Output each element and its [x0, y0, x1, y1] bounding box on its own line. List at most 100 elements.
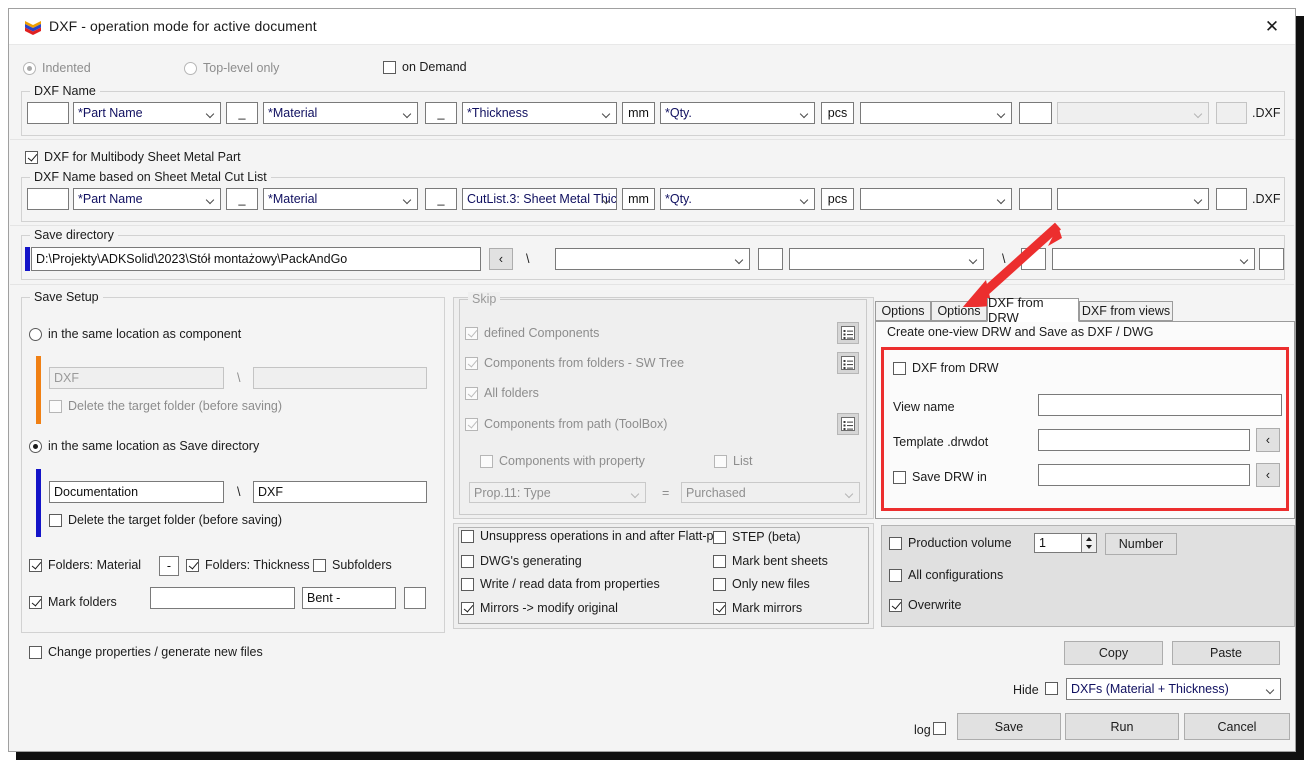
checkbox-overwrite[interactable]: Overwrite: [889, 598, 961, 612]
dxf-name-sep2-input[interactable]: _: [425, 102, 457, 124]
skip-components-folders-list-icon[interactable]: [837, 352, 859, 374]
save-directory-combo3[interactable]: [1052, 248, 1255, 270]
multibody-prefix-input[interactable]: [27, 188, 69, 210]
checkbox-mirrors-modify-original[interactable]: Mirrors -> modify original: [461, 601, 618, 615]
skip-value-combo[interactable]: Purchased: [681, 482, 860, 503]
save-drw-in-browse-button[interactable]: ‹: [1256, 463, 1280, 487]
save-directory-path-input[interactable]: D:\Projekty\ADKSolid\2023\Stół montażowy…: [31, 247, 481, 271]
save-directory-small3[interactable]: [1259, 248, 1284, 270]
cancel-button[interactable]: Cancel: [1184, 713, 1290, 740]
mark-folders-field2[interactable]: Bent -: [302, 587, 396, 609]
template-drwdot-browse-button[interactable]: ‹: [1256, 428, 1280, 452]
view-name-input[interactable]: [1038, 394, 1282, 416]
savedir-subfolder-input[interactable]: DXF: [253, 481, 427, 503]
multibody-part-name-combo[interactable]: *Part Name: [73, 188, 221, 210]
dxf-name-material-combo[interactable]: *Material: [263, 102, 418, 124]
checkbox-skip-components-from-path[interactable]: Components from path (ToolBox): [465, 417, 667, 431]
checkbox-folders-material[interactable]: Folders: Material: [29, 558, 141, 572]
tab-dxf-from-views[interactable]: DXF from views: [1079, 301, 1173, 321]
save-directory-browse-button[interactable]: ‹: [489, 248, 513, 270]
copy-button[interactable]: Copy: [1064, 641, 1163, 665]
checkbox-change-properties[interactable]: Change properties / generate new files: [29, 645, 263, 659]
dxf-name-qty-combo[interactable]: *Qty.: [660, 102, 815, 124]
save-directory-small2[interactable]: [1021, 248, 1046, 270]
radio-same-location-as-save-directory[interactable]: in the same location as Save directory: [29, 439, 259, 453]
checkbox-skip-list[interactable]: List: [714, 454, 752, 468]
multibody-sep1-input[interactable]: _: [226, 188, 258, 210]
tab-options-1[interactable]: Options: [875, 301, 931, 321]
checkbox-folders-thickness[interactable]: Folders: Thickness: [186, 558, 310, 572]
multibody-extra4-input[interactable]: [1216, 188, 1247, 210]
number-button[interactable]: Number: [1105, 533, 1177, 555]
skip-components-path-list-icon[interactable]: [837, 413, 859, 435]
checkbox-dwg-generating[interactable]: DWG's generating: [461, 554, 582, 568]
mark-folders-field3[interactable]: [404, 587, 426, 609]
savedir-folder-input[interactable]: Documentation: [49, 481, 224, 503]
multibody-extra1-combo[interactable]: [860, 188, 1012, 210]
checkbox-log[interactable]: [933, 722, 946, 735]
checkbox-skip-defined-components[interactable]: defined Components: [465, 326, 599, 340]
checkbox-save-drw-in[interactable]: Save DRW in: [893, 470, 987, 484]
multibody-thickness-combo[interactable]: CutList.3: Sheet Metal Thick: [462, 188, 617, 210]
tab-options-2[interactable]: Options: [931, 301, 987, 321]
save-button[interactable]: Save: [957, 713, 1061, 740]
dxf-name-extra2-input[interactable]: [1019, 102, 1052, 124]
component-folder-input[interactable]: DXF: [49, 367, 224, 389]
checkbox-subfolders[interactable]: Subfolders: [313, 558, 392, 572]
checkbox-production-volume[interactable]: Production volume: [889, 536, 1012, 550]
dxf-name-part-name-combo[interactable]: *Part Name: [73, 102, 221, 124]
checkbox-savedir-delete-target-folder[interactable]: Delete the target folder (before saving): [49, 513, 282, 527]
close-button[interactable]: ✕: [1249, 9, 1295, 44]
checkbox-hide[interactable]: [1045, 682, 1058, 695]
radio-indented[interactable]: Indented: [23, 61, 91, 75]
multibody-material-combo[interactable]: *Material: [263, 188, 418, 210]
multibody-sep2-input[interactable]: _: [425, 188, 457, 210]
save-directory-combo2[interactable]: [789, 248, 984, 270]
checkbox-mark-folders[interactable]: Mark folders: [29, 595, 117, 609]
stepper-up-icon[interactable]: [1082, 534, 1095, 543]
dxf-name-extra1-combo[interactable]: [860, 102, 1012, 124]
radio-same-location-as-component[interactable]: in the same location as component: [29, 327, 241, 341]
skip-property-combo[interactable]: Prop.11: Type: [469, 482, 646, 503]
radio-top-level-only[interactable]: Top-level only: [184, 61, 279, 75]
checkbox-write-read-properties[interactable]: Write / read data from properties: [461, 577, 660, 591]
multibody-unit-pcs-input[interactable]: pcs: [821, 188, 854, 210]
template-drwdot-input[interactable]: [1038, 429, 1250, 451]
checkbox-unsuppress-operations[interactable]: Unsuppress operations in and after Flatt…: [461, 529, 724, 543]
checkbox-components-with-property[interactable]: Components with property: [480, 454, 645, 468]
folders-joiner-input[interactable]: -: [159, 556, 179, 576]
checkbox-dxf-multibody[interactable]: DXF for Multibody Sheet Metal Part: [25, 150, 241, 164]
dxf-name-prefix-input[interactable]: [27, 102, 69, 124]
checkbox-on-demand[interactable]: on Demand: [383, 60, 467, 74]
checkbox-skip-all-folders[interactable]: All folders: [465, 386, 539, 400]
component-subfolder-input[interactable]: [253, 367, 427, 389]
checkbox-only-new-files[interactable]: Only new files: [713, 577, 810, 591]
dxf-name-unit-mm-input[interactable]: mm: [622, 102, 655, 124]
checkbox-dxf-from-drw[interactable]: DXF from DRW: [893, 361, 999, 375]
tab-dxf-from-drw[interactable]: DXF from DRW: [987, 295, 1079, 325]
checkbox-step-beta[interactable]: STEP (beta): [713, 530, 801, 544]
multibody-extra3-combo[interactable]: [1057, 188, 1209, 210]
checkbox-mark-mirrors[interactable]: Mark mirrors: [713, 601, 802, 615]
multibody-qty-combo[interactable]: *Qty.: [660, 188, 815, 210]
checkbox-skip-components-folders-sw-tree[interactable]: Components from folders - SW Tree: [465, 356, 684, 370]
dxf-name-thickness-combo[interactable]: *Thickness: [462, 102, 617, 124]
dxf-name-sep1-input[interactable]: _: [226, 102, 258, 124]
checkbox-all-configurations[interactable]: All configurations: [889, 568, 1003, 582]
stepper-down-icon[interactable]: [1082, 543, 1095, 552]
production-volume-input[interactable]: 1: [1034, 533, 1082, 553]
save-drw-in-input[interactable]: [1038, 464, 1250, 486]
run-button[interactable]: Run: [1065, 713, 1179, 740]
mark-folders-field1[interactable]: [150, 587, 295, 609]
save-directory-small1[interactable]: [758, 248, 783, 270]
multibody-unit-mm-input[interactable]: mm: [622, 188, 655, 210]
hide-combo[interactable]: DXFs (Material + Thickness): [1066, 678, 1281, 700]
checkbox-mark-bent-sheets[interactable]: Mark bent sheets: [713, 554, 828, 568]
save-directory-combo1[interactable]: [555, 248, 750, 270]
checkbox-component-delete-target-folder[interactable]: Delete the target folder (before saving): [49, 399, 282, 413]
multibody-extra2-input[interactable]: [1019, 188, 1052, 210]
dxf-name-unit-pcs-input[interactable]: pcs: [821, 102, 854, 124]
paste-button[interactable]: Paste: [1172, 641, 1280, 665]
production-volume-stepper[interactable]: [1082, 533, 1097, 553]
skip-defined-components-list-icon[interactable]: [837, 322, 859, 344]
